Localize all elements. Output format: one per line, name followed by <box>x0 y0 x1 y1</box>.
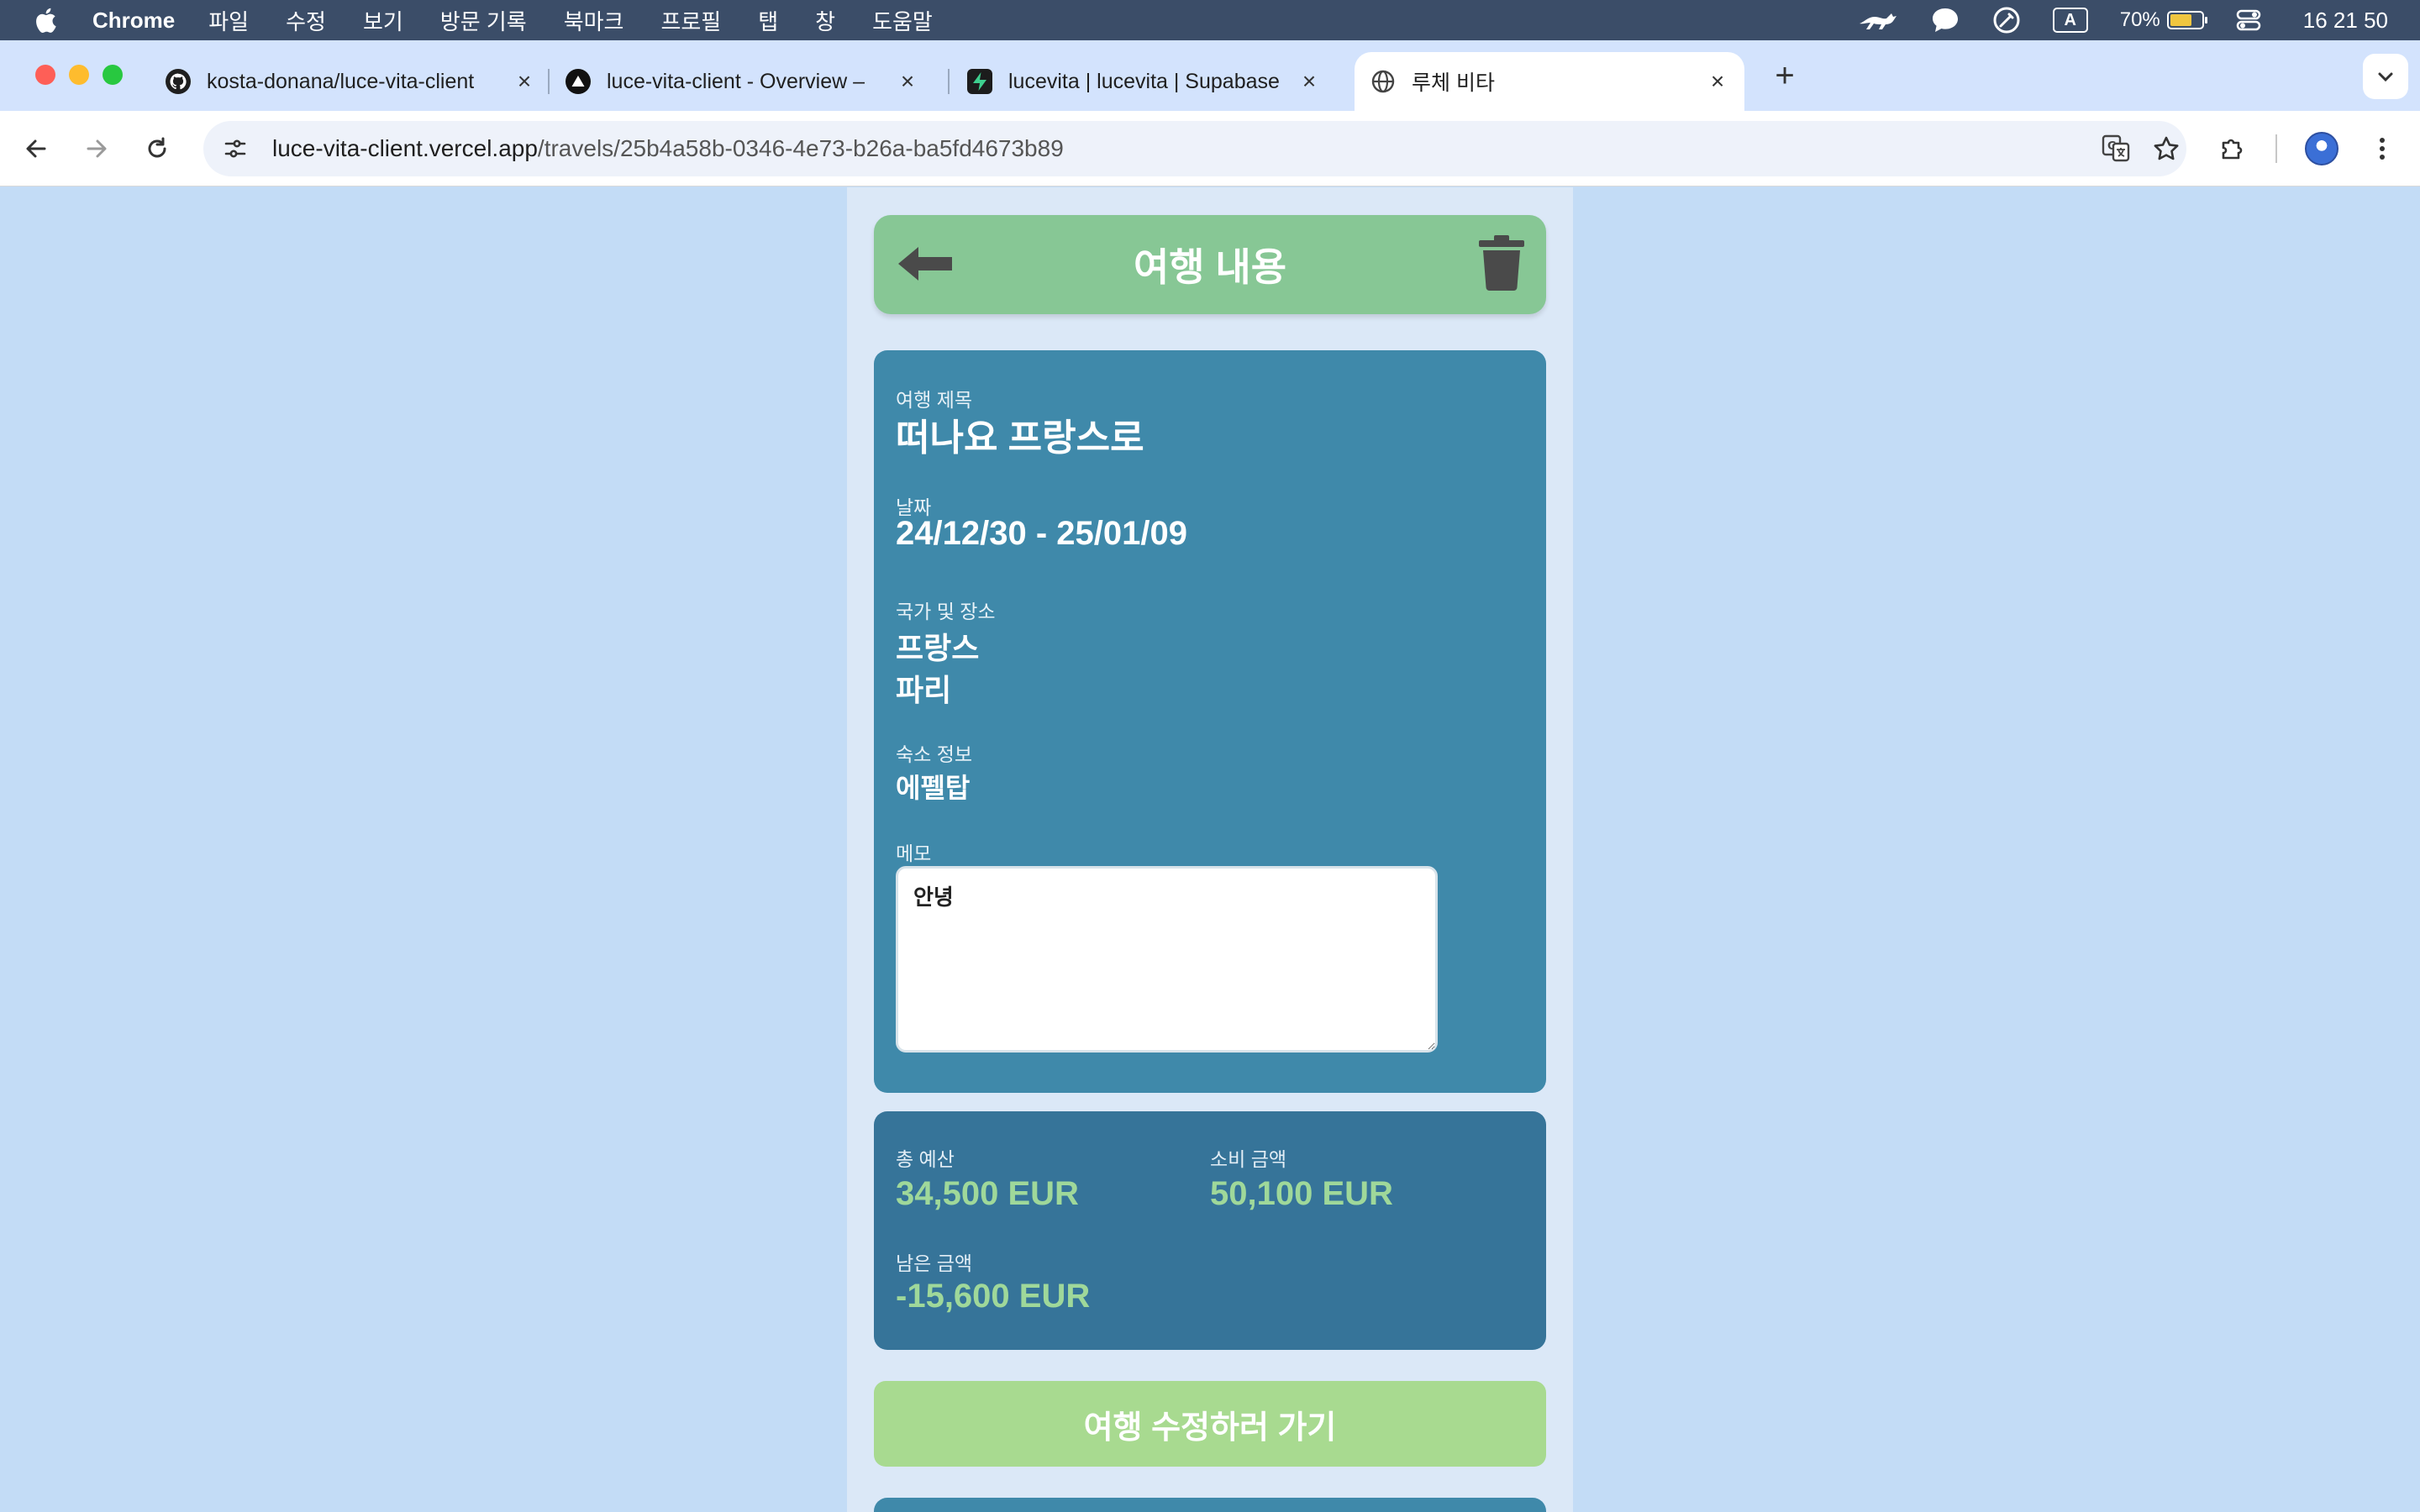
menubar-clock[interactable]: 16 21 50 <box>2303 8 2388 34</box>
trash-icon <box>1479 235 1524 291</box>
city-value: 파리 <box>896 673 952 707</box>
edit-travel-button[interactable]: 여행 수정하러 가기 <box>874 1381 1546 1467</box>
new-tab-button[interactable]: + <box>1765 55 1805 96</box>
total-budget-label: 총 예산 <box>896 1148 955 1170</box>
globe-icon <box>1370 68 1397 95</box>
close-tab-icon[interactable]: × <box>896 68 919 94</box>
battery-percent: 70% <box>2119 8 2160 31</box>
memo-textarea[interactable]: 안녕 <box>896 866 1438 1053</box>
arrow-left-icon <box>26 139 46 158</box>
bookmark-star-icon[interactable] <box>2146 129 2186 169</box>
guitar-icon[interactable] <box>1992 6 2021 34</box>
menu-view[interactable]: 보기 <box>363 5 403 36</box>
github-icon <box>165 68 192 95</box>
arrow-right-icon <box>87 139 107 158</box>
lodging-label: 숙소 정보 <box>896 743 973 765</box>
menu-file[interactable]: 파일 <box>208 5 249 36</box>
menu-help[interactable]: 도움말 <box>872 5 933 36</box>
tab-search-button[interactable] <box>2363 54 2408 99</box>
minimize-window-button[interactable] <box>69 65 89 85</box>
toolbar-separator <box>2275 134 2277 163</box>
menu-app-name[interactable]: Chrome <box>92 8 175 34</box>
chevron-down-icon <box>2378 72 2393 82</box>
close-window-button[interactable] <box>35 65 55 85</box>
battery-icon <box>2166 11 2207 29</box>
tab-title: kosta-donana/luce-vita-client <box>207 69 475 93</box>
runcat-icon[interactable] <box>1856 7 1898 34</box>
tab-github[interactable]: kosta-donana/luce-vita-client × <box>165 52 551 111</box>
tab-title: lucevita | lucevita | Supabase <box>1008 69 1280 93</box>
tab-separator <box>548 69 550 94</box>
mobile-content-column: 여행 내용 여행 제목 떠나요 프랑스로 날짜 24/12/30 - 25/01… <box>847 187 1573 1512</box>
place-label: 국가 및 장소 <box>896 601 996 622</box>
menu-tab[interactable]: 탭 <box>758 5 778 36</box>
total-budget-value: 34,500 EUR <box>896 1175 1079 1212</box>
tab-luce-vita-active[interactable]: 루체 비타 × <box>1355 52 1744 111</box>
spent-amount-value: 50,100 EUR <box>1210 1175 1393 1212</box>
tab-title: 루체 비타 <box>1412 71 1495 95</box>
page-viewport: 여행 내용 여행 제목 떠나요 프랑스로 날짜 24/12/30 - 25/01… <box>0 187 2420 1512</box>
menu-history[interactable]: 방문 기록 <box>440 5 527 36</box>
profile-button[interactable] <box>2301 128 2343 170</box>
avatar <box>2305 132 2338 165</box>
window-controls <box>35 65 123 85</box>
menu-profiles[interactable]: 프로필 <box>660 5 721 36</box>
input-source-indicator[interactable]: A <box>2052 8 2088 33</box>
tab-supabase[interactable]: lucevita | lucevita | Supabase × <box>966 52 1336 111</box>
address-bar[interactable]: luce-vita-client.vercel.app/travels/25b4… <box>203 121 2186 176</box>
control-center-icon[interactable] <box>2236 8 2261 33</box>
vercel-icon <box>565 68 592 95</box>
tab-title: luce-vita-client - Overview – <box>607 69 865 93</box>
next-section-card <box>874 1498 1546 1512</box>
forward-button[interactable] <box>76 128 118 170</box>
browser-toolbar: luce-vita-client.vercel.app/travels/25b4… <box>0 111 2420 186</box>
extensions-button[interactable] <box>2212 128 2254 170</box>
translate-icon[interactable]: G <box>2096 129 2136 169</box>
travel-info-card: 여행 제목 떠나요 프랑스로 날짜 24/12/30 - 25/01/09 국가… <box>874 350 1546 1093</box>
spent-amount-label: 소비 금액 <box>1210 1148 1287 1170</box>
close-tab-icon[interactable]: × <box>1706 68 1729 94</box>
travel-date-value: 24/12/30 - 25/01/09 <box>896 515 1187 552</box>
remaining-amount-label: 남은 금액 <box>896 1252 973 1274</box>
menu-edit[interactable]: 수정 <box>286 5 326 36</box>
tab-separator <box>948 69 950 94</box>
travel-title-value: 떠나요 프랑스로 <box>896 417 1144 459</box>
country-value: 프랑스 <box>896 631 980 665</box>
supabase-icon <box>966 68 993 95</box>
back-arrow-button[interactable] <box>896 239 955 289</box>
site-info-icon[interactable] <box>215 129 255 169</box>
chrome-menu-button[interactable] <box>2361 128 2403 170</box>
browser-tab-strip: kosta-donana/luce-vita-client × luce-vit… <box>0 40 2420 111</box>
menu-bookmarks[interactable]: 북마크 <box>564 5 624 36</box>
close-tab-icon[interactable]: × <box>1297 68 1321 94</box>
delete-travel-button[interactable] <box>1476 234 1528 292</box>
menu-window[interactable]: 창 <box>815 5 835 36</box>
more-vertical-icon <box>2380 138 2385 160</box>
url-path: /travels/25b4a58b-0346-4e73-b26a-ba5fd46… <box>537 135 1064 161</box>
budget-card: 총 예산 34,500 EUR 소비 금액 50,100 EUR 남은 금액 -… <box>874 1111 1546 1350</box>
battery-fill <box>2170 14 2191 26</box>
macos-menu-bar: Chrome 파일 수정 보기 방문 기록 북마크 프로필 탭 창 도움말 A … <box>0 0 2420 40</box>
url-text[interactable]: luce-vita-client.vercel.app/travels/25b4… <box>272 135 1064 162</box>
url-host: luce-vita-client.vercel.app <box>272 135 538 161</box>
page-title: 여행 내용 <box>1133 245 1287 289</box>
lodging-value: 에펠탑 <box>896 773 971 803</box>
puzzle-icon <box>2222 139 2243 160</box>
close-tab-icon[interactable]: × <box>513 68 536 94</box>
apple-logo-icon[interactable] <box>34 6 59 34</box>
reload-icon <box>148 137 166 158</box>
page-header: 여행 내용 <box>874 215 1546 314</box>
arrow-left-icon <box>898 247 952 281</box>
reload-button[interactable] <box>136 128 178 170</box>
zoom-window-button[interactable] <box>103 65 123 85</box>
remaining-amount-value: -15,600 EUR <box>896 1278 1091 1315</box>
chat-bubble-icon[interactable] <box>1930 6 1960 34</box>
tab-vercel[interactable]: luce-vita-client - Overview – × <box>565 52 934 111</box>
battery-status[interactable]: 70% <box>2119 8 2207 32</box>
back-button[interactable] <box>15 128 57 170</box>
memo-label: 메모 <box>896 843 932 864</box>
